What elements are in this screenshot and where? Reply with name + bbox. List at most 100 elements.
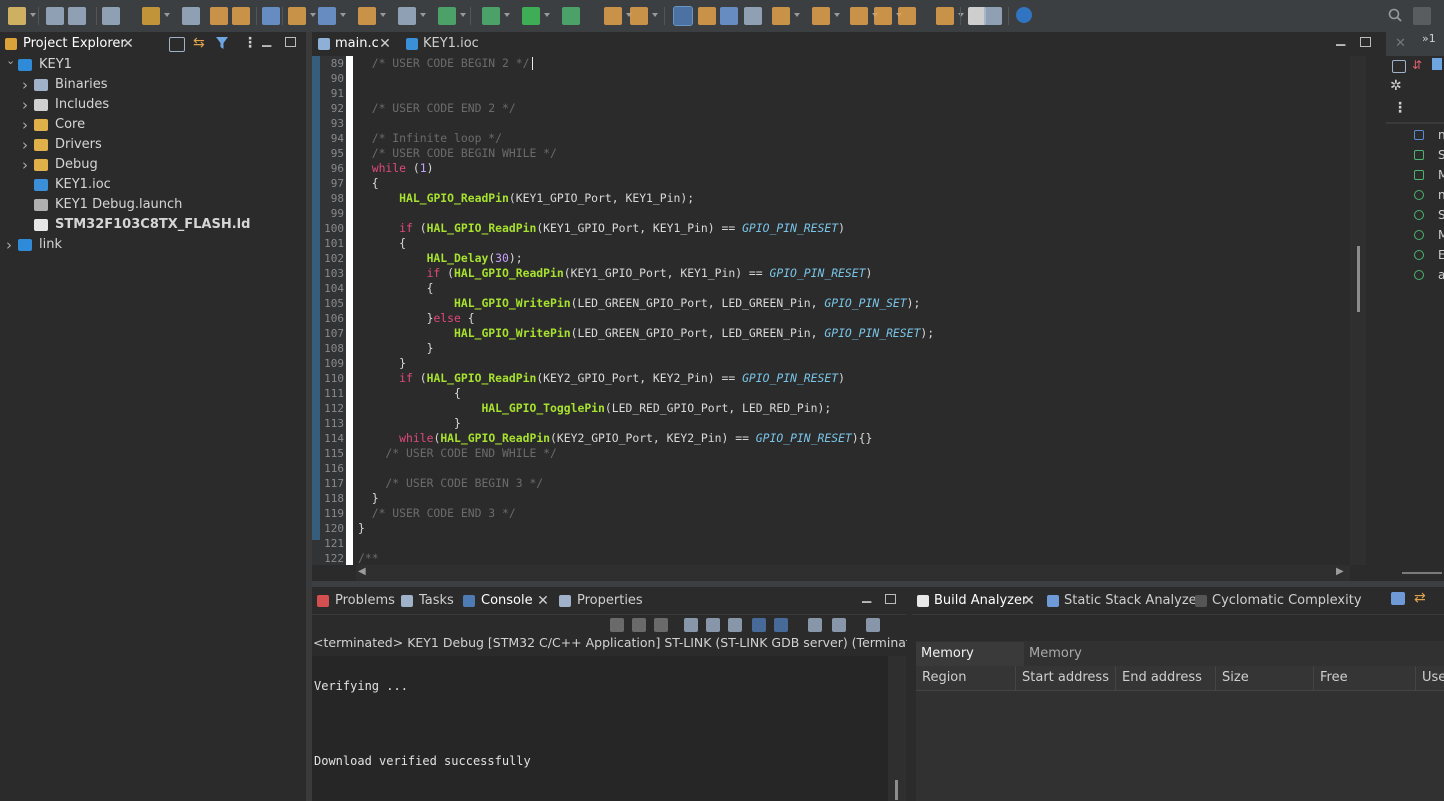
show-stdout-icon[interactable]: [752, 618, 766, 632]
outline-item[interactable]: S: [1386, 206, 1444, 226]
console-output[interactable]: Verifying ... Download verified successf…: [312, 656, 888, 801]
outline-item[interactable]: S: [1386, 146, 1444, 166]
scroll-thumb[interactable]: [895, 780, 898, 800]
tree-item[interactable]: › Includes: [0, 95, 306, 115]
column-header[interactable]: Size: [1216, 666, 1314, 690]
undo-arrow-icon[interactable]: [210, 7, 228, 25]
column-header[interactable]: Free: [1314, 666, 1416, 690]
back-icon[interactable]: [850, 7, 868, 25]
link-icon[interactable]: ⇄: [1414, 590, 1426, 606]
dropdown-arrow-icon[interactable]: [504, 13, 510, 17]
tree-item[interactable]: STM32F103C8TX_FLASH.ld: [0, 215, 306, 235]
chevron-right-icon[interactable]: ›: [22, 115, 32, 135]
tree-item[interactable]: KEY1 Debug.launch: [0, 195, 306, 215]
dropdown-arrow-icon[interactable]: [794, 13, 800, 17]
editor-vertical-scrollbar[interactable]: [1350, 56, 1366, 565]
tab-key1-ioc[interactable]: KEY1.ioc: [400, 32, 484, 56]
hide-fields-icon[interactable]: [1432, 58, 1442, 70]
debug-config-icon[interactable]: [288, 7, 306, 25]
tree-item[interactable]: KEY1.ioc: [0, 175, 306, 195]
tree-item[interactable]: › Drivers: [0, 135, 306, 155]
scroll-left-icon[interactable]: ◀: [358, 566, 366, 577]
tab-main-c[interactable]: main.c ✕: [312, 32, 400, 56]
open-perspective-icon[interactable]: [984, 7, 1002, 25]
last-edit-icon[interactable]: [898, 7, 916, 25]
chevron-right-icon[interactable]: ›: [22, 155, 32, 175]
filter-icon[interactable]: ✲: [1390, 78, 1402, 94]
outline-item[interactable]: E: [1386, 246, 1444, 266]
outline-item[interactable]: a: [1386, 266, 1444, 286]
debug-icon[interactable]: [482, 7, 500, 25]
block-select-icon[interactable]: [720, 7, 738, 25]
close-icon[interactable]: ✕: [378, 32, 392, 56]
editor-minimize-icon[interactable]: ▁: [1336, 32, 1345, 46]
dropdown-arrow-icon[interactable]: [340, 13, 346, 17]
hammer-icon[interactable]: [142, 7, 160, 25]
new-project-icon[interactable]: [318, 7, 336, 25]
outline-item[interactable]: M: [1386, 226, 1444, 246]
word-wrap-icon[interactable]: [698, 7, 716, 25]
chevron-right-icon[interactable]: ›: [22, 135, 32, 155]
dropdown-arrow-icon[interactable]: [310, 13, 316, 17]
next-annotation-icon[interactable]: [772, 7, 790, 25]
dropdown-arrow-icon[interactable]: [460, 13, 466, 17]
view-menu-icon[interactable]: ⋮: [1439, 590, 1444, 606]
forward-icon[interactable]: [874, 7, 892, 25]
scroll-lock-icon[interactable]: [706, 618, 720, 632]
chevron-right-icon[interactable]: ›: [6, 235, 16, 255]
tab-build-analyzer[interactable]: Build Analyzer ✕: [912, 589, 1042, 613]
tab-static-stack-analyzer[interactable]: Static Stack Analyzer: [1042, 589, 1202, 613]
sort-icon[interactable]: ⇵: [1412, 58, 1422, 72]
build-settings-icon[interactable]: [102, 7, 120, 25]
view-menu-icon[interactable]: ⋮: [1393, 100, 1407, 116]
tab-tasks[interactable]: Tasks: [396, 589, 458, 613]
tree-item[interactable]: ⌄ KEY1: [0, 54, 306, 75]
tree-item[interactable]: › Debug: [0, 155, 306, 175]
column-header[interactable]: Start address: [1016, 666, 1116, 690]
refresh-icon[interactable]: [1391, 592, 1405, 605]
link-editor-icon[interactable]: ⇆: [193, 35, 205, 51]
column-header[interactable]: End address: [1116, 666, 1216, 690]
open-console-icon[interactable]: [866, 618, 880, 632]
dropdown-arrow-icon[interactable]: [958, 13, 964, 17]
nav-back-icon[interactable]: [936, 7, 954, 25]
new-icon[interactable]: [8, 7, 26, 25]
scroll-right-icon[interactable]: ▶: [1336, 566, 1344, 577]
tab-problems[interactable]: Problems: [312, 589, 396, 613]
tab-properties[interactable]: Properties: [554, 589, 644, 613]
close-icon[interactable]: ✕: [536, 589, 550, 613]
tab-console[interactable]: Console ✕: [458, 589, 554, 614]
subtab-memory-details[interactable]: Memory Details: [1024, 642, 1128, 685]
chevron-right-icon[interactable]: ›: [22, 95, 32, 115]
chevron-down-icon[interactable]: ⌄: [6, 51, 16, 71]
editor-horizontal-scrollbar[interactable]: ◀ ▶: [356, 565, 1350, 581]
close-icon[interactable]: ✕: [1022, 589, 1036, 613]
tree-item[interactable]: › Core: [0, 115, 306, 135]
mark-occurrences-icon[interactable]: [630, 7, 648, 25]
outline-item[interactable]: n: [1386, 186, 1444, 206]
column-header[interactable]: Use: [1416, 666, 1444, 690]
word-wrap-icon[interactable]: [728, 618, 742, 632]
new-file-icon[interactable]: [398, 7, 416, 25]
dropdown-arrow-icon[interactable]: [652, 13, 658, 17]
tab-project-explorer[interactable]: Project Explorer ✕: [0, 32, 140, 56]
collapse-all-icon[interactable]: [169, 37, 185, 52]
close-icon[interactable]: ✕: [121, 32, 135, 56]
scroll-thumb[interactable]: [1357, 246, 1360, 312]
terminate-icon[interactable]: [610, 618, 624, 632]
remove-launch-icon[interactable]: [632, 618, 646, 632]
more-views-icon[interactable]: »1: [1422, 32, 1436, 45]
tab-cyclomatic-complexity[interactable]: Cyclomatic Complexity: [1190, 589, 1362, 613]
column-header[interactable]: Region: [916, 666, 1016, 690]
remove-all-icon[interactable]: [654, 618, 668, 632]
info-icon[interactable]: [1016, 7, 1032, 23]
save-icon[interactable]: [46, 7, 64, 25]
dropdown-arrow-icon[interactable]: [834, 13, 840, 17]
tree-item[interactable]: › link: [0, 235, 306, 255]
outline-item[interactable]: M: [1386, 166, 1444, 186]
close-icon[interactable]: ✕: [1395, 36, 1406, 51]
open-folder-icon[interactable]: [358, 7, 376, 25]
editor-maximize-icon[interactable]: [1360, 37, 1371, 47]
clear-console-icon[interactable]: [684, 618, 698, 632]
filter-icon[interactable]: [216, 36, 228, 54]
